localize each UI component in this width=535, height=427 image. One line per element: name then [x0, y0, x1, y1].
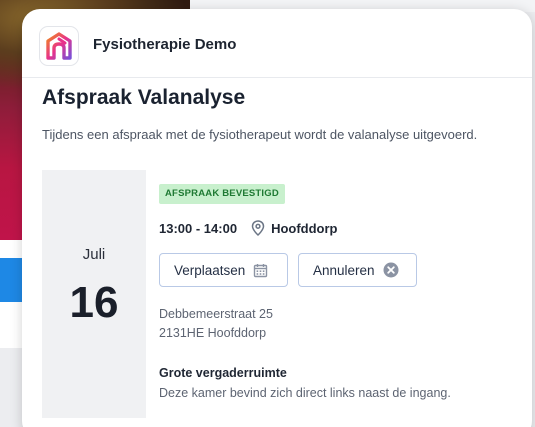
date-day: 16 [69, 278, 119, 327]
appointment-time: 13:00 - 14:00 [159, 220, 238, 236]
reschedule-button-label: Verplaatsen [174, 262, 246, 278]
appointment-description: Tijdens een afspraak met de fysiotherape… [42, 127, 478, 142]
address-line2: 2131HE Hoofddorp [159, 326, 267, 340]
close-circle-icon [383, 262, 399, 278]
appointment-card: Fysiotherapie Demo Afspraak Valanalyse T… [22, 9, 532, 427]
date-month: Juli [82, 246, 106, 263]
room-title: Grote vergaderruimte [159, 366, 287, 380]
address: Debbemeerstraat 25 2131HE Hoofddorp [159, 305, 273, 343]
page-title: Afspraak Valanalyse [42, 86, 246, 109]
reschedule-button[interactable]: Verplaatsen [159, 253, 288, 287]
cancel-button-label: Annuleren [313, 262, 375, 278]
date-block: Juli 16 [42, 170, 146, 418]
time-location-row: 13:00 - 14:00 Hoofddorp [159, 220, 337, 236]
calendar-icon [253, 263, 268, 278]
card-header: Fysiotherapie Demo [22, 9, 532, 78]
appointment-location: Hoofddorp [271, 220, 338, 236]
status-badge: AFSPRAAK BEVESTIGD [159, 184, 285, 204]
fysio-logo-icon [39, 26, 79, 66]
org-name: Fysiotherapie Demo [93, 36, 237, 53]
room-description: Deze kamer bevind zich direct links naas… [159, 386, 451, 400]
address-line1: Debbemeerstraat 25 [159, 307, 273, 321]
map-pin-icon [251, 220, 265, 236]
cancel-button[interactable]: Annuleren [298, 253, 417, 287]
